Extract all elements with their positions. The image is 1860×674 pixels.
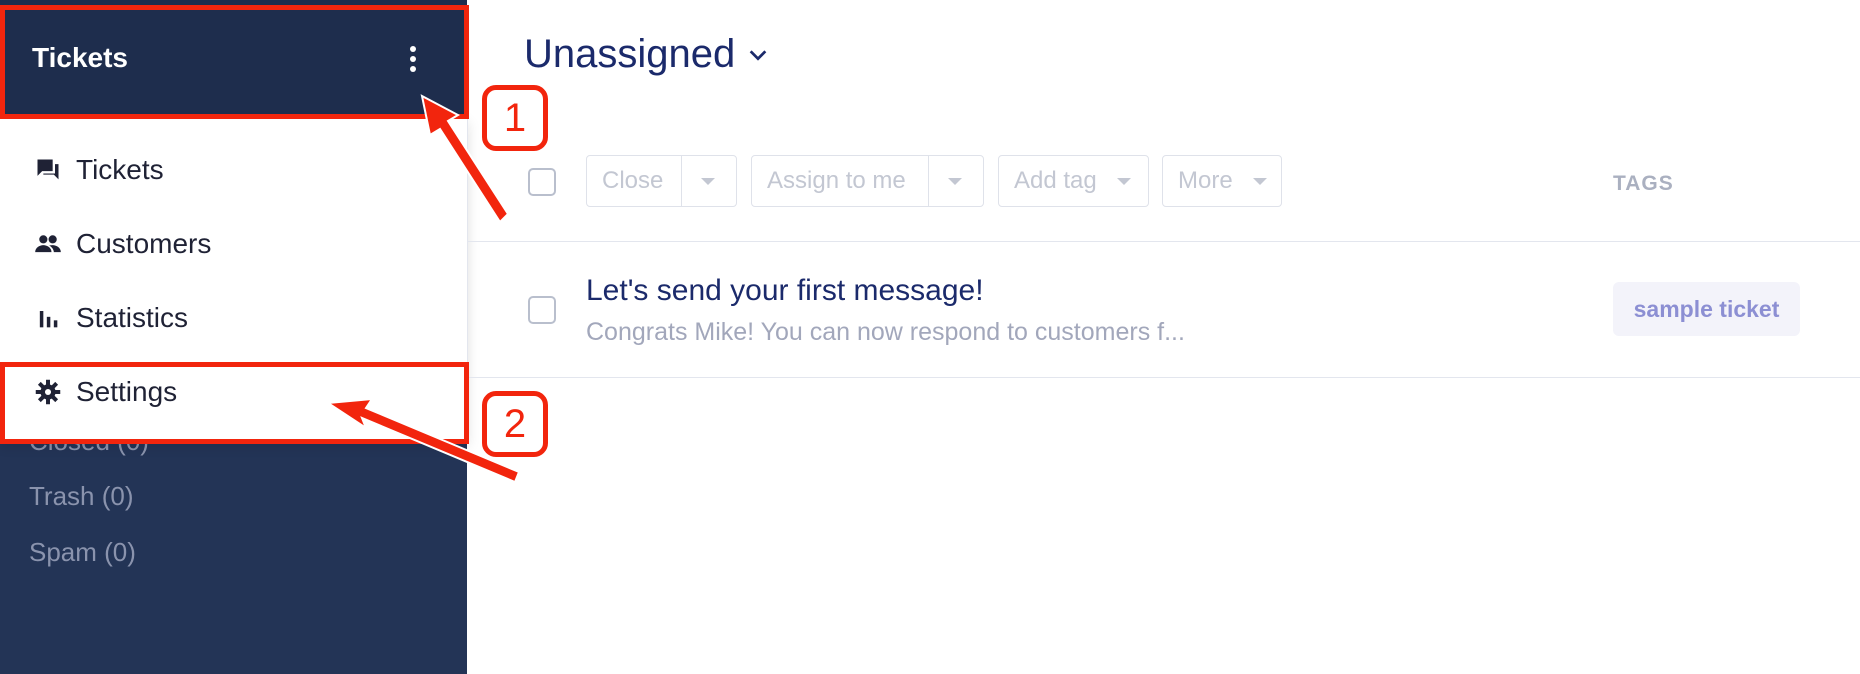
ticket-tag[interactable]: sample ticket [1613, 282, 1800, 336]
people-icon [35, 235, 61, 253]
chevron-down-icon [1253, 178, 1267, 185]
ticket-snippet: Congrats Mike! You can now respond to cu… [586, 318, 1185, 346]
more-options-icon[interactable] [403, 46, 423, 76]
tags-column-header: TAGS [1613, 172, 1674, 195]
view-selector[interactable]: Unassigned [524, 32, 769, 77]
chat-bubbles-icon [37, 159, 59, 180]
menu-item-label: Tickets [76, 154, 164, 185]
chevron-down-icon [1117, 178, 1131, 185]
ticket-title[interactable]: Let's send your first message! [586, 274, 984, 308]
menu-item-tickets[interactable]: Tickets [0, 134, 467, 206]
add-tag-button[interactable]: Add tag [998, 155, 1149, 207]
sidebar: Tickets Closed (0) Trash (0) Spam (0) Ti… [0, 0, 468, 674]
sidebar-title: Tickets [32, 42, 128, 73]
step-badge-2: 2 [482, 391, 548, 457]
select-all-checkbox[interactable] [528, 168, 556, 196]
more-label: More [1178, 167, 1233, 194]
menu-item-label: Customers [76, 228, 212, 259]
row-checkbox[interactable] [528, 296, 556, 324]
step-badge-1: 1 [482, 85, 548, 151]
close-button-group: Close [586, 155, 737, 207]
assign-dropdown-icon[interactable] [948, 178, 962, 185]
menu-item-customers[interactable]: Customers [0, 208, 467, 280]
folder-spam[interactable]: Spam (0) [29, 537, 136, 568]
menu-item-statistics[interactable]: Statistics [0, 282, 467, 354]
gear-icon [35, 379, 61, 405]
assign-to-me-button[interactable]: Assign to me [752, 167, 906, 195]
chevron-down-icon [749, 49, 767, 61]
folder-trash[interactable]: Trash (0) [29, 481, 134, 512]
page-title: Unassigned [524, 32, 736, 76]
menu-item-label: Statistics [76, 302, 189, 333]
close-button[interactable]: Close [587, 167, 663, 195]
divider [468, 241, 1860, 242]
divider [468, 377, 1860, 378]
assign-button-group: Assign to me [751, 155, 984, 207]
more-button[interactable]: More [1162, 155, 1282, 207]
menu-item-settings[interactable]: Settings [0, 356, 467, 428]
close-dropdown-icon[interactable] [701, 178, 715, 185]
bar-chart-icon [39, 311, 58, 328]
menu-item-label: Settings [76, 376, 178, 407]
sidebar-header: Tickets [0, 0, 467, 118]
sidebar-dropdown-menu: Tickets Customers Statistics Settings [0, 118, 468, 442]
add-tag-label: Add tag [1014, 167, 1097, 194]
